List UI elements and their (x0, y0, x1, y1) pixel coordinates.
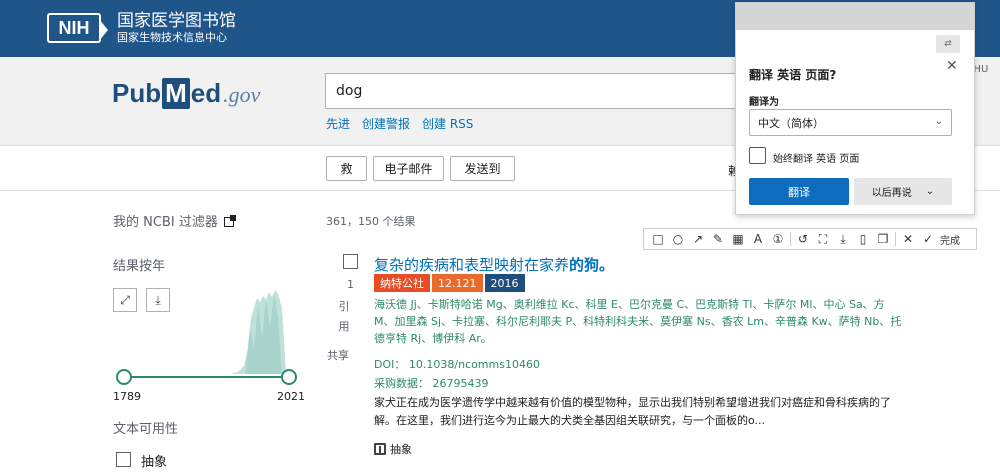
result-badges: 纳特公社 12.121 2016 (374, 274, 527, 292)
pubmed-logo[interactable]: Pub Med .gov (112, 78, 260, 109)
year-histogram (230, 290, 286, 374)
toolbar-divider (790, 232, 791, 246)
external-link-icon (223, 215, 236, 227)
my-ncbi-filters-label: 我的 NCBI 过滤器 (113, 215, 218, 230)
result-select-checkbox[interactable] (343, 254, 358, 269)
pen-tool-icon[interactable]: ✎ (708, 229, 728, 249)
search-input[interactable]: dog (325, 73, 745, 109)
year-end-handle[interactable] (281, 369, 297, 385)
nih-subtitle: 国家生物技术信息中心 (117, 31, 227, 44)
nih-logo-mark: NIH (47, 13, 108, 43)
result-count: 361，150 个结果 (326, 215, 416, 228)
always-translate-label: 始终翻译 英语 页面 (773, 154, 860, 165)
nih-title: 国家医学图书馆 (117, 11, 236, 31)
translate-to-label: 翻译为 (749, 97, 779, 108)
language-select-value: 中文（简体） (758, 116, 824, 130)
check-icon[interactable]: ✓ (918, 229, 938, 249)
crop-icon[interactable]: ⛶ (813, 229, 833, 249)
not-now-label: 以后再说 (871, 188, 912, 199)
toolbar-divider (895, 232, 896, 246)
always-translate-checkbox[interactable] (749, 147, 766, 164)
impact-factor-badge: 12.121 (432, 274, 483, 292)
download-icon[interactable]: ⤓ (833, 229, 853, 249)
result-doi: DOI： 10.1038/ncomms10460 (374, 358, 540, 371)
email-button[interactable]: 电子邮件 (373, 156, 444, 181)
nih-logo-text: 国家医学图书馆 国家生物技术信息中心 (117, 11, 236, 45)
pubmed-logo-pub: Pub (112, 78, 162, 108)
done-button[interactable]: 完成 (938, 229, 962, 249)
annotation-toolbar: □ ○ ↗ ✎ ▦ A ① ↺ ⛶ ⤓ ▯ ❐ ✕ ✓ 完成 (643, 228, 977, 250)
text-availability-heading: 文本可用性 (113, 422, 179, 437)
mosaic-tool-icon[interactable]: ▦ (728, 229, 748, 249)
not-now-button[interactable]: 以后再说 ⌄ (854, 178, 952, 205)
cancel-icon[interactable]: ✕ (898, 229, 918, 249)
abstract-toggle-label: 抽象 (390, 443, 412, 456)
year-range-track (124, 376, 289, 378)
result-snippet: 家犬正在成为医学遗传学中越来越有价值的模型物种，显示出我们特别希望增进我们对癌症… (374, 396, 891, 427)
result-title[interactable]: 复杂的疾病和表型映射在家养的狗。 (374, 254, 614, 275)
pubmed-logo-m: M (162, 78, 190, 109)
close-icon[interactable]: ✕ (946, 58, 958, 74)
year-start-handle[interactable] (116, 369, 132, 385)
language-select[interactable]: 中文（简体） ⌄ (749, 109, 952, 136)
create-rss-link[interactable]: 创建 RSS (422, 115, 473, 132)
cite-button[interactable]: 引用 (337, 297, 351, 337)
abstract-option-label: 抽象 (141, 455, 168, 470)
abstract-toggle[interactable]: 抽象 (374, 441, 412, 457)
pubmed-logo-ed: ed (190, 78, 222, 108)
chevron-down-icon: ⌄ (925, 186, 935, 197)
results-by-year-heading: 结果按年 (113, 259, 166, 274)
rectangle-tool-icon[interactable]: □ (648, 229, 668, 249)
share-button[interactable]: 共享 (327, 347, 349, 363)
search-links: 先进 创建警报 创建 RSS (326, 115, 473, 132)
result-pmid: 采购数据： 26795439 (374, 377, 489, 390)
translate-popup: ⇄ 翻译 英语 页面? ✕ 翻译为 中文（简体） ⌄ 始终翻译 英语 页面 翻译… (735, 2, 975, 215)
copy-icon[interactable]: ❐ (873, 229, 893, 249)
result-authors: 海沃德 Jj、卡斯特哈诺 Mg、奥利维拉 Kc、科里 E、巴尔克曼 C、巴克斯特… (374, 298, 902, 345)
save-button[interactable]: 救 (326, 156, 367, 181)
chevron-down-icon: ⌄ (934, 116, 943, 127)
translate-popup-title: 翻译 英语 页面? (749, 68, 837, 82)
result-number: 1 (347, 278, 354, 291)
year-badge: 2016 (484, 274, 525, 292)
ellipse-tool-icon[interactable]: ○ (668, 229, 688, 249)
undo-icon[interactable]: ↺ (793, 229, 813, 249)
send-to-button[interactable]: 发送到 (450, 156, 515, 181)
text-tool-icon[interactable]: A (748, 229, 768, 249)
nih-logo[interactable]: NIH 国家医学图书馆 国家生物技术信息中心 (47, 12, 236, 44)
year-end-label: 2021 (277, 390, 305, 403)
result-title-main: 复杂的疾病和表型映射在家养 (374, 256, 570, 274)
journal-badge: 纳特公社 (374, 274, 430, 292)
number-tool-icon[interactable]: ① (768, 229, 788, 249)
translate-icon[interactable]: ⇄ (936, 35, 960, 53)
book-icon (374, 443, 386, 455)
my-ncbi-filters[interactable]: 我的 NCBI 过滤器 (113, 211, 236, 230)
pin-icon[interactable]: ▯ (853, 229, 873, 249)
abstract-checkbox[interactable] (116, 452, 131, 467)
create-alert-link[interactable]: 创建警报 (362, 115, 410, 132)
pubmed-logo-gov: .gov (223, 82, 261, 107)
year-start-label: 1789 (113, 390, 141, 403)
arrow-tool-icon[interactable]: ↗ (688, 229, 708, 249)
popup-top-bar (736, 3, 974, 30)
translate-button[interactable]: 翻译 (749, 178, 849, 205)
result-title-bold: 的狗。 (569, 256, 615, 274)
advanced-link[interactable]: 先进 (326, 115, 350, 132)
